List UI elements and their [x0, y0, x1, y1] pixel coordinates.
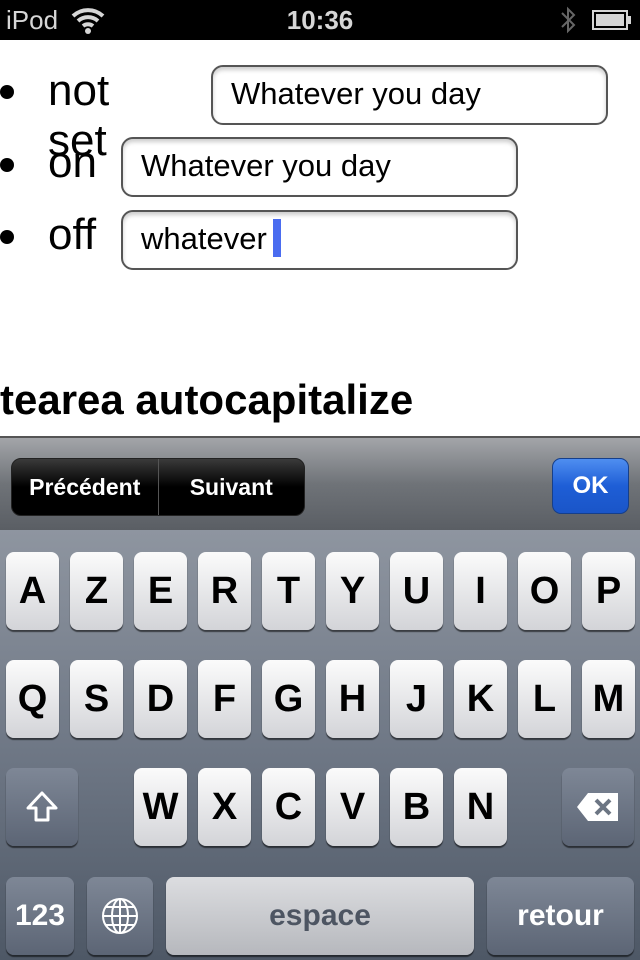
- web-page: not set Whatever you day on Whatever you…: [0, 40, 640, 436]
- key-m[interactable]: M: [582, 660, 635, 738]
- key-w[interactable]: W: [134, 768, 187, 846]
- key-d[interactable]: D: [134, 660, 187, 738]
- item-label: off: [48, 210, 97, 259]
- key-s[interactable]: S: [70, 660, 123, 738]
- delete-key[interactable]: [562, 768, 634, 846]
- bullet: [0, 85, 14, 99]
- text-input-on[interactable]: Whatever you day: [121, 137, 518, 197]
- key-q[interactable]: Q: [6, 660, 59, 738]
- bullet: [0, 230, 14, 244]
- key-c[interactable]: C: [262, 768, 315, 846]
- key-f[interactable]: F: [198, 660, 251, 738]
- key-i[interactable]: I: [454, 552, 507, 630]
- key-e[interactable]: E: [134, 552, 187, 630]
- key-r[interactable]: R: [198, 552, 251, 630]
- key-a[interactable]: A: [6, 552, 59, 630]
- previous-button[interactable]: Précédent: [12, 459, 158, 515]
- input-value: whatever: [141, 221, 267, 256]
- input-value: Whatever you day: [231, 76, 481, 111]
- prev-next-segmented-control: Précédent Suivant: [11, 458, 305, 516]
- section-heading: tearea autocapitalize: [0, 376, 414, 423]
- globe-key[interactable]: [87, 877, 153, 955]
- key-h[interactable]: H: [326, 660, 379, 738]
- shift-arrow-icon: [26, 791, 58, 822]
- clock: 10:36: [286, 5, 354, 35]
- key-g[interactable]: G: [262, 660, 315, 738]
- key-t[interactable]: T: [262, 552, 315, 630]
- key-u[interactable]: U: [390, 552, 443, 630]
- space-key[interactable]: espace: [166, 877, 474, 955]
- done-button[interactable]: OK: [552, 458, 629, 514]
- key-p[interactable]: P: [582, 552, 635, 630]
- item-label: on: [48, 138, 97, 187]
- numbers-key[interactable]: 123: [6, 877, 74, 955]
- key-j[interactable]: J: [390, 660, 443, 738]
- key-l[interactable]: L: [518, 660, 571, 738]
- bluetooth-icon: [561, 6, 576, 34]
- text-cursor: [272, 218, 281, 257]
- key-x[interactable]: X: [198, 768, 251, 846]
- key-z[interactable]: Z: [70, 552, 123, 630]
- key-o[interactable]: O: [518, 552, 571, 630]
- text-input-not-set[interactable]: Whatever you day: [211, 65, 608, 125]
- key-n[interactable]: N: [454, 768, 507, 846]
- text-input-off[interactable]: whatever: [121, 210, 518, 270]
- bullet: [0, 158, 14, 172]
- backspace-icon: [577, 793, 618, 821]
- status-bar: iPod 10:36: [0, 0, 640, 40]
- key-k[interactable]: K: [454, 660, 507, 738]
- form-accessory-bar: Précédent Suivant OK: [0, 436, 640, 530]
- input-value: Whatever you day: [141, 148, 391, 183]
- battery-icon: [592, 10, 631, 30]
- globe-icon: [102, 898, 138, 934]
- key-b[interactable]: B: [390, 768, 443, 846]
- next-button[interactable]: Suivant: [157, 459, 305, 515]
- key-y[interactable]: Y: [326, 552, 379, 630]
- keyboard: A Z E R T Y U I O P Q S D F G H J K L M …: [0, 530, 640, 960]
- return-key[interactable]: retour: [487, 877, 634, 955]
- key-v[interactable]: V: [326, 768, 379, 846]
- shift-key[interactable]: [6, 768, 78, 846]
